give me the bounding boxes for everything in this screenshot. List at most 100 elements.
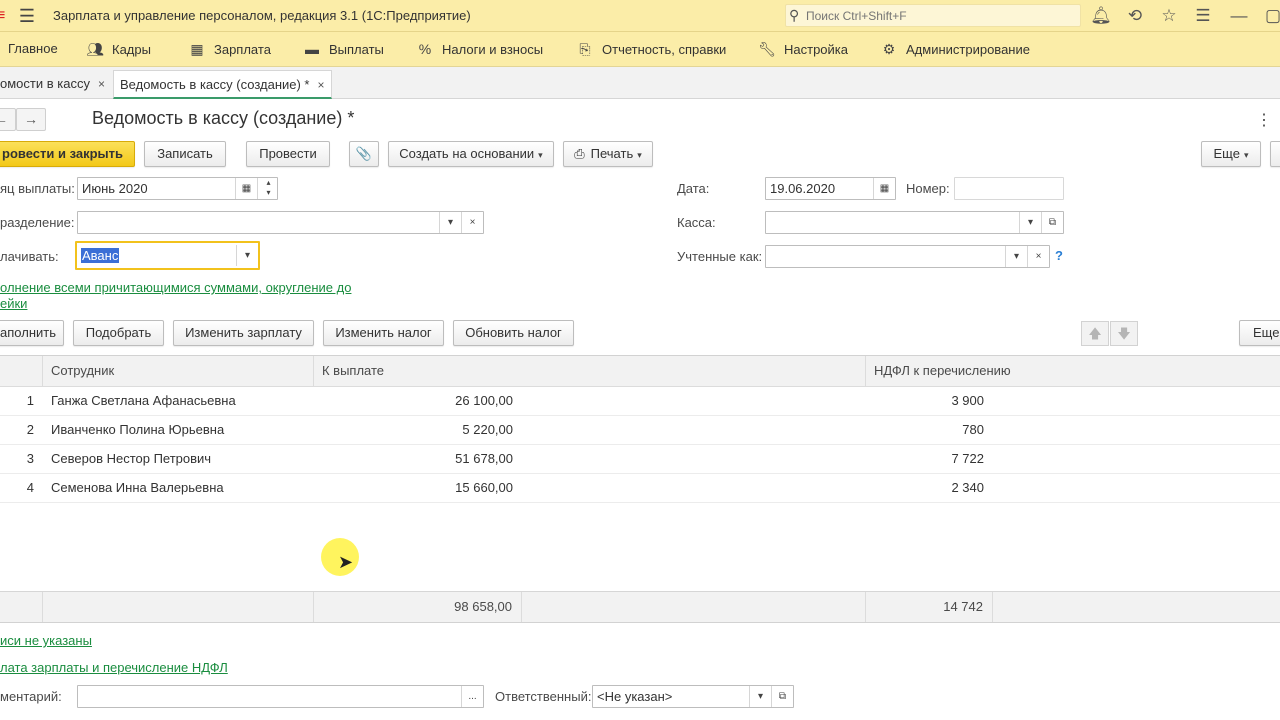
row-number: 1 — [26, 393, 34, 408]
chevron-down-icon[interactable]: ▾ — [236, 245, 258, 266]
month-label: яц выплаты: — [0, 181, 75, 196]
create-based-on-button[interactable]: Создать на основании ▾ — [388, 141, 554, 167]
col-pay-header[interactable]: К выплате — [314, 356, 866, 386]
calendar-icon[interactable]: ▦ — [873, 178, 895, 199]
fill-settings-link-cont[interactable]: ейки — [0, 296, 27, 311]
pay-amount: 5 220,00 — [462, 422, 513, 437]
section-settings[interactable]: 🔧︎ Настройка — [758, 32, 848, 66]
update-tax-button[interactable]: Обновить налог — [453, 320, 574, 346]
move-up-icon[interactable]: 🡅 — [1081, 321, 1109, 346]
global-search[interactable]: ⚲ — [785, 4, 1081, 27]
minimize-icon[interactable]: — — [1228, 5, 1250, 27]
back-button[interactable]: ← — [0, 108, 16, 131]
table-row[interactable]: 2 Иванченко Полина Юрьевна 5 220,00 780 — [0, 416, 1280, 445]
chevron-down-icon[interactable]: ▾ — [749, 686, 771, 707]
department-label: разделение: — [0, 215, 75, 230]
table-row[interactable]: 1 Ганжа Светлана Афанасьевна 26 100,00 3… — [0, 387, 1280, 416]
print-label: Печать — [590, 146, 634, 161]
section-label: Настройка — [784, 42, 848, 57]
history-icon[interactable]: ⟲ — [1124, 5, 1146, 27]
section-label: Налоги и взносы — [442, 42, 544, 57]
chevron-down-icon[interactable]: ▾ — [1019, 212, 1041, 233]
total-tax: 14 742 — [866, 592, 993, 622]
restore-icon[interactable]: ▢ — [1262, 5, 1280, 27]
spin-buttons[interactable]: ▴ ▾ — [257, 178, 279, 199]
search-input[interactable] — [806, 7, 1076, 24]
chevron-down-icon[interactable]: ▾ — [1005, 246, 1027, 267]
attach-icon[interactable]: 📎 — [349, 141, 379, 167]
move-down-icon[interactable]: 🡇 — [1110, 321, 1138, 346]
table-more-button[interactable]: Еще — [1239, 320, 1280, 346]
wallet-icon: ▬ — [305, 41, 319, 57]
accounted-field[interactable]: ▾ × — [765, 245, 1050, 268]
print-button[interactable]: ⎙ Печать ▾ — [563, 141, 653, 167]
more-button[interactable]: Еще ▾ — [1201, 141, 1261, 167]
chevron-down-icon[interactable]: ▾ — [439, 212, 461, 233]
clear-icon[interactable]: × — [1027, 246, 1049, 267]
table-header: Сотрудник К выплате НДФЛ к перечислению — [0, 356, 1280, 387]
col-number-header[interactable] — [0, 356, 43, 386]
signatures-link[interactable]: иси не указаны — [0, 633, 92, 648]
section-payments[interactable]: ▬ Выплаты — [303, 32, 384, 66]
post-button[interactable]: Провести — [246, 141, 330, 167]
table-row[interactable]: 4 Семенова Инна Валерьевна 15 660,00 2 3… — [0, 474, 1280, 503]
save-button[interactable]: Записать — [144, 141, 226, 167]
comment-label: ментарий: — [0, 689, 62, 704]
more-actions-icon[interactable]: ⋮ — [1256, 110, 1272, 130]
fill-button[interactable]: аполнить — [0, 320, 64, 346]
open-icon[interactable]: ⧉ — [771, 686, 793, 707]
clear-icon[interactable]: × — [461, 212, 483, 233]
open-icon[interactable]: ⧉ — [1041, 212, 1063, 233]
pay-amount: 51 678,00 — [455, 451, 513, 466]
calculator-icon: ▦ — [190, 41, 204, 57]
close-icon[interactable]: × — [318, 71, 325, 99]
section-admin[interactable]: ⚙ Администрирование — [880, 32, 1030, 66]
payment-link[interactable]: лата зарплаты и перечисление НДФЛ — [0, 660, 228, 675]
col-employee-header[interactable]: Сотрудник — [43, 356, 314, 386]
main-menu-icon[interactable]: ☰ — [16, 6, 38, 26]
table-row[interactable]: 3 Северов Нестор Петрович 51 678,00 7 72… — [0, 445, 1280, 474]
help-icon[interactable]: ? — [1055, 248, 1063, 263]
change-salary-button[interactable]: Изменить зарплату — [173, 320, 314, 346]
cash-label: Касса: — [677, 215, 716, 230]
month-field[interactable]: Июнь 2020 ▦ ▴ ▾ — [77, 177, 278, 200]
percent-icon: % — [418, 41, 432, 57]
section-hr[interactable]: 👥︎ Кадры — [86, 32, 151, 66]
row-number: 4 — [26, 480, 34, 495]
title-bar: ≡ ☰ Зарплата и управление персоналом, ре… — [0, 0, 1280, 32]
month-value: Июнь 2020 — [82, 181, 148, 196]
responsible-field[interactable]: <Не указан> ▾ ⧉ — [592, 685, 794, 708]
bell-icon[interactable]: 🔔︎ — [1090, 5, 1112, 27]
tab-payroll-create[interactable]: Ведомость в кассу (создание) * × — [113, 70, 332, 99]
forward-button[interactable]: → — [16, 108, 46, 131]
filter-icon[interactable]: ☰ — [1192, 5, 1214, 27]
department-field[interactable]: ▾ × — [77, 211, 484, 234]
people-icon: 👥︎ — [86, 41, 104, 57]
section-main[interactable]: Главное — [8, 32, 58, 66]
col-tax-header[interactable]: НДФЛ к перечислению — [866, 356, 1280, 386]
post-and-close-button[interactable]: ровести и закрыть — [0, 141, 135, 167]
pick-button[interactable]: Подобрать — [73, 320, 164, 346]
wrench-icon: 🔧︎ — [758, 41, 776, 57]
pay-type-field[interactable]: Аванс ▾ — [75, 241, 260, 270]
calendar-icon[interactable]: ▦ — [235, 178, 257, 199]
search-icon: ⚲ — [789, 7, 800, 23]
section-salary[interactable]: ▦ Зарплата — [188, 32, 271, 66]
change-tax-button[interactable]: Изменить налог — [323, 320, 444, 346]
fill-settings-link[interactable]: олнение всеми причитающимися суммами, ок… — [0, 280, 351, 295]
extra-button[interactable] — [1270, 141, 1280, 167]
number-field[interactable] — [954, 177, 1064, 200]
tab-payroll-list[interactable]: омости в кассу × — [0, 70, 111, 99]
cash-field[interactable]: ▾ ⧉ — [765, 211, 1064, 234]
close-icon[interactable]: × — [98, 70, 105, 98]
tax-amount: 3 900 — [951, 393, 984, 408]
date-field[interactable]: 19.06.2020 ▦ — [765, 177, 896, 200]
more-label: Еще — [1213, 146, 1240, 161]
ellipsis-button[interactable]: ... — [461, 686, 483, 707]
section-reports[interactable]: ⎘ Отчетность, справки — [576, 32, 726, 66]
section-label: Кадры — [112, 42, 151, 57]
comment-field[interactable]: ... — [77, 685, 484, 708]
star-icon[interactable]: ☆ — [1158, 5, 1180, 27]
page-title: Ведомость в кассу (создание) * — [92, 108, 355, 128]
section-taxes[interactable]: % Налоги и взносы — [416, 32, 543, 66]
